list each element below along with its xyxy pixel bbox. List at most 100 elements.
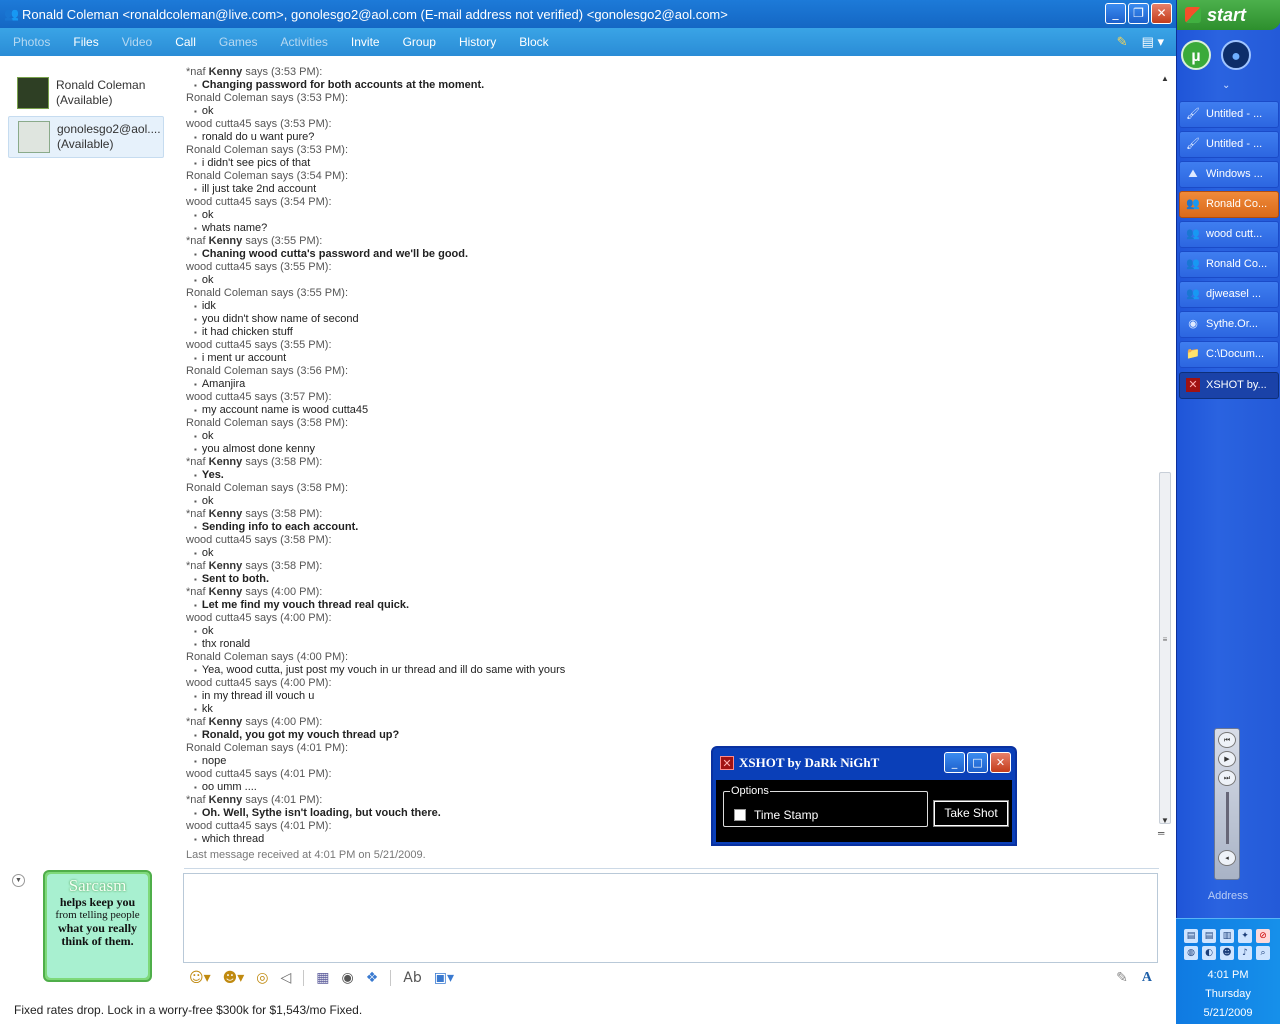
sender-name[interactable]: Kenny (209, 508, 243, 520)
sender-name[interactable]: wood cutta45 (186, 339, 251, 351)
message-input[interactable] (183, 873, 1158, 963)
tray-app-icon[interactable]: ✦ (1238, 929, 1252, 943)
scroll-down-icon[interactable]: ▼ (1158, 814, 1172, 828)
close-button[interactable]: ✕ (1151, 3, 1172, 24)
sender-name[interactable]: wood cutta45 (186, 677, 251, 689)
avatar[interactable] (18, 121, 50, 153)
contact-item[interactable]: gonolesgo2@aol.... (Available) (8, 116, 164, 158)
mute-icon[interactable]: ◂ (1218, 850, 1236, 866)
scroll-up-icon[interactable]: ▲ (1158, 72, 1172, 86)
start-button[interactable]: start (1177, 0, 1280, 30)
sender-name[interactable]: Kenny (209, 794, 243, 806)
sender-name[interactable]: wood cutta45 (186, 534, 251, 546)
sender-name[interactable]: Ronald Coleman (186, 365, 268, 377)
taskbar-button[interactable]: 👥 wood cutt... (1179, 221, 1279, 248)
status-icon[interactable]: ✎ (1117, 34, 1128, 50)
taskbar-button[interactable]: 👥 Ronald Co... (1179, 251, 1279, 278)
sender-name[interactable]: Ronald Coleman (186, 482, 268, 494)
scroll-thumb[interactable]: ≡ (1159, 472, 1171, 824)
sender-name[interactable]: Ronald Coleman (186, 170, 268, 182)
display-picture[interactable]: Sarcasm helps keep you from telling peop… (43, 870, 152, 982)
voice-clip-icon[interactable]: ◁ (280, 970, 291, 986)
taskbar-button[interactable]: ✕ XSHOT by... (1179, 372, 1279, 399)
menu-item-activities[interactable]: Activities (281, 35, 328, 49)
media-player-icon[interactable]: ● (1221, 40, 1251, 70)
menu-item-call[interactable]: Call (175, 35, 196, 49)
pane-splitter-icon[interactable]: ═ (1158, 828, 1164, 838)
utorrent-icon[interactable]: µ (1181, 40, 1211, 70)
send-files-icon[interactable]: ▣▾ (434, 970, 454, 986)
xshot-maximize-button[interactable]: □ (967, 752, 988, 773)
taskbar-button[interactable]: 🖌 Untitled - ... (1179, 131, 1279, 158)
gift-icon[interactable]: ❖ (366, 970, 379, 986)
sender-name[interactable]: Kenny (209, 586, 243, 598)
play-icon[interactable]: ▶ (1218, 751, 1236, 767)
taskbar-button[interactable]: ◉ Sythe.Or... (1179, 311, 1279, 338)
tray-app-icon[interactable]: ◍ (1184, 946, 1198, 960)
chevron-down-icon[interactable]: ⌄ (1222, 80, 1230, 91)
games-icon[interactable]: ◉ (341, 970, 353, 986)
menu-item-invite[interactable]: Invite (351, 35, 380, 49)
wink-icon[interactable]: ☻▾ (223, 970, 245, 986)
take-shot-button[interactable]: Take Shot (933, 800, 1009, 827)
emoticon-icon[interactable]: ☺▾ (189, 970, 211, 986)
sender-name[interactable]: wood cutta45 (186, 118, 251, 130)
tray-app-icon[interactable]: ▤ (1184, 929, 1198, 943)
conversation-scrollbar[interactable]: ▲ ≡ ▼ (1158, 72, 1172, 862)
volume-slider[interactable] (1225, 792, 1229, 844)
sender-name[interactable]: Ronald Coleman (186, 287, 268, 299)
sender-name[interactable]: Kenny (209, 66, 243, 78)
minimize-button[interactable]: _ (1105, 3, 1126, 24)
font-icon[interactable]: A (1142, 970, 1152, 986)
spell-check-icon[interactable]: Ab (403, 970, 421, 986)
address-label[interactable]: Address (1176, 890, 1280, 902)
time-stamp-checkbox[interactable] (734, 809, 746, 821)
sender-name[interactable]: wood cutta45 (186, 612, 251, 624)
menu-item-block[interactable]: Block (519, 35, 548, 49)
tray-app-icon[interactable]: ◐ (1202, 946, 1216, 960)
show-menu-icon[interactable]: ▤ ▾ (1142, 34, 1164, 50)
ad-text[interactable]: Fixed rates drop. Lock in a worry-free $… (14, 1003, 362, 1017)
menu-item-files[interactable]: Files (73, 35, 98, 49)
menu-item-group[interactable]: Group (403, 35, 436, 49)
network-icon[interactable]: ▥ (1220, 929, 1234, 943)
contact-item[interactable]: Ronald Coleman (Available) (8, 72, 164, 114)
sender-name[interactable]: Kenny (209, 235, 243, 247)
next-icon[interactable]: ⏭ (1218, 770, 1236, 786)
nudge-icon[interactable]: ◎ (256, 970, 268, 986)
handwriting-icon[interactable]: ✎ (1116, 970, 1128, 986)
taskbar-button[interactable]: 🖌 Untitled - ... (1179, 101, 1279, 128)
sender-name[interactable]: wood cutta45 (186, 820, 251, 832)
xshot-minimize-button[interactable]: _ (944, 752, 965, 773)
sender-name[interactable]: wood cutta45 (186, 768, 251, 780)
sender-name[interactable]: Ronald Coleman (186, 92, 268, 104)
sender-name[interactable]: Ronald Coleman (186, 417, 268, 429)
sender-name[interactable]: wood cutta45 (186, 196, 251, 208)
sender-name[interactable]: Ronald Coleman (186, 144, 268, 156)
sender-name[interactable]: wood cutta45 (186, 391, 251, 403)
antivirus-icon[interactable]: ⊘ (1256, 929, 1270, 943)
xshot-close-button[interactable]: ✕ (990, 752, 1011, 773)
volume-icon[interactable]: ♪ (1238, 946, 1252, 960)
messenger-icon[interactable]: ☻ (1220, 946, 1234, 960)
sender-name[interactable]: Kenny (209, 716, 243, 728)
taskbar-button[interactable]: 👥 Ronald Co... (1179, 191, 1279, 218)
taskbar-button[interactable]: 👥 djweasel ... (1179, 281, 1279, 308)
sender-name[interactable]: Ronald Coleman (186, 742, 268, 754)
ad-banner[interactable]: Fixed rates drop. Lock in a worry-free $… (0, 996, 1176, 1024)
sender-name[interactable]: wood cutta45 (186, 261, 251, 273)
previous-icon[interactable]: ⏮ (1218, 732, 1236, 748)
sender-name[interactable]: Kenny (209, 560, 243, 572)
menu-item-games[interactable]: Games (219, 35, 258, 49)
tray-app-icon[interactable]: ▤ (1202, 929, 1216, 943)
collapse-icon[interactable]: ▼ (12, 874, 25, 887)
menu-item-history[interactable]: History (459, 35, 496, 49)
search-icon[interactable]: ⌕ (1256, 946, 1270, 960)
window-title-bar[interactable]: 👥 Ronald Coleman <ronaldcoleman@live.com… (0, 0, 1176, 28)
restore-button[interactable]: ❐ (1128, 3, 1149, 24)
avatar[interactable] (17, 77, 49, 109)
clock-time[interactable]: 4:01 PM (1176, 966, 1280, 985)
sender-name[interactable]: Ronald Coleman (186, 651, 268, 663)
sender-name[interactable]: Kenny (209, 456, 243, 468)
menu-item-photos[interactable]: Photos (13, 35, 50, 49)
